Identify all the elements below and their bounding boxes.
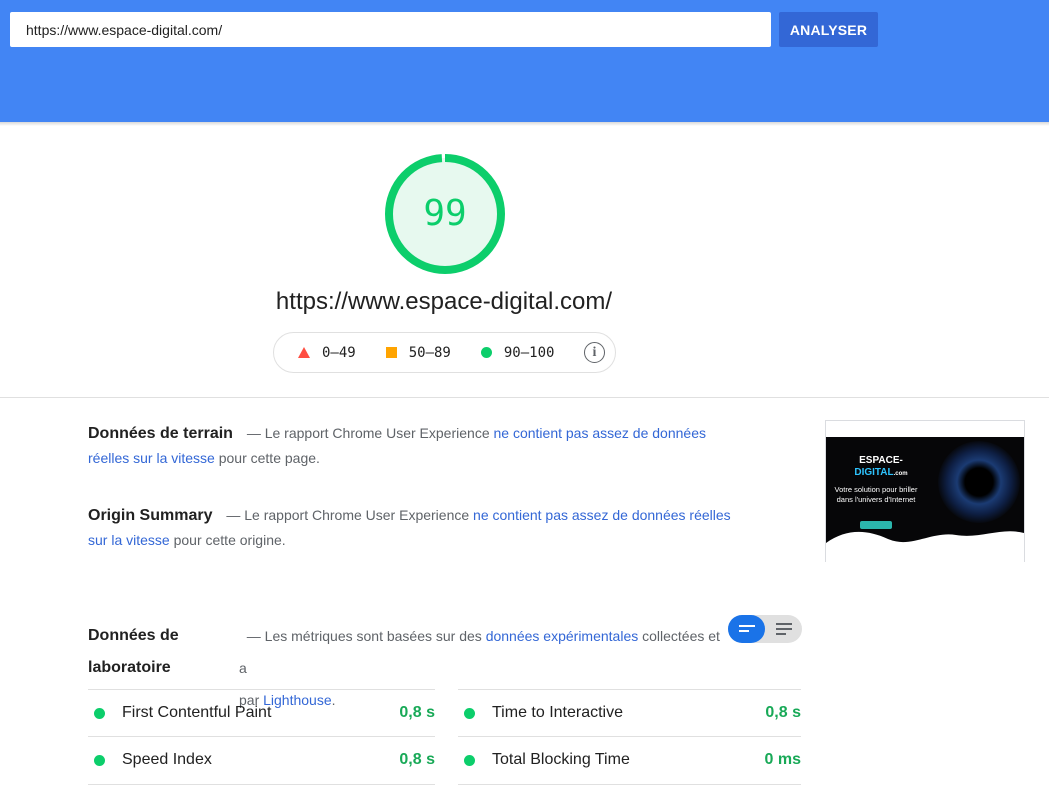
good-status-icon <box>94 707 105 719</box>
thumbnail-wave <box>826 531 1024 562</box>
field-data-title: Données de terrain <box>88 425 233 442</box>
good-status-icon <box>464 754 475 766</box>
thumbnail-logo-line1: ESPACE- <box>859 455 903 466</box>
circle-icon <box>480 347 492 358</box>
page-screenshot-thumbnail: ESPACE- DIGITAL.com Votre solution pour … <box>825 420 1025 562</box>
metric-value: 0,8 s <box>399 704 435 721</box>
metric-value: 0,8 s <box>765 704 801 721</box>
metric-value: 0 ms <box>764 751 801 768</box>
analyze-button[interactable]: ANALYSER <box>779 12 878 47</box>
legend-poor-label: 0–49 <box>322 344 356 361</box>
score-value: 99 <box>423 193 467 234</box>
compact-view-toggle[interactable] <box>728 615 765 643</box>
origin-summary-title: Origin Summary <box>88 507 213 524</box>
divider <box>0 397 1049 398</box>
galaxy-image <box>938 441 1020 523</box>
expanded-view-toggle[interactable] <box>765 615 802 643</box>
metric-name: Total Blocking Time <box>492 751 630 768</box>
metric-value: 0,8 s <box>399 751 435 768</box>
origin-summary-suffix: pour cette origine. <box>169 532 286 548</box>
good-status-icon <box>464 707 475 719</box>
good-status-icon <box>94 754 105 766</box>
field-data-suffix: pour cette page. <box>214 450 320 466</box>
metric-name: Time to Interactive <box>492 704 624 721</box>
metric-tti: Time to Interactive 0,8 s <box>458 689 801 736</box>
field-data-prefix: — Le rapport Chrome User Experience <box>242 425 494 441</box>
legend-poor: 0–49 <box>298 345 356 361</box>
header-shadow <box>0 122 1049 126</box>
thumbnail-tagline: Votre solution pour briller dans l'unive… <box>834 485 918 504</box>
metric-name: Speed Index <box>122 751 212 768</box>
legend-good: 90–100 <box>480 344 555 361</box>
compact-view-icon <box>738 625 755 632</box>
url-input[interactable] <box>10 12 771 47</box>
expanded-view-icon <box>775 623 792 635</box>
square-icon <box>385 347 397 358</box>
metric-speed-index: Speed Index 0,8 s <box>88 736 435 783</box>
metric-divider <box>458 784 801 785</box>
thumbnail-logo-suffix: .com <box>893 471 908 477</box>
lab-data-prefix: — Les métriques sont basées sur des <box>246 628 486 644</box>
metric-tbt: Total Blocking Time 0 ms <box>458 736 801 783</box>
legend-average: 50–89 <box>385 344 451 361</box>
lab-data-title: Données de laboratoire <box>88 627 179 676</box>
thumbnail-logo: ESPACE- DIGITAL.com <box>846 455 916 480</box>
score-legend: 0–49 50–89 90–100 i <box>273 332 616 373</box>
top-bar: ANALYSER <box>0 0 1049 122</box>
analyzed-url: https://www.espace-digital.com/ <box>275 288 613 315</box>
thumbnail-nav <box>826 421 1024 437</box>
field-data-section: Données de terrain — Le rapport Chrome U… <box>88 421 748 471</box>
view-toggle[interactable] <box>728 615 802 643</box>
metric-name: First Contentful Paint <box>122 704 272 721</box>
triangle-icon <box>298 347 310 358</box>
origin-summary-section: Origin Summary — Le rapport Chrome User … <box>88 503 748 553</box>
info-icon[interactable]: i <box>584 342 605 363</box>
lab-data-link[interactable]: données expérimentales <box>486 628 639 644</box>
legend-good-label: 90–100 <box>503 344 555 361</box>
metric-divider <box>88 784 435 785</box>
legend-average-label: 50–89 <box>408 344 451 361</box>
thumbnail-logo-line2: DIGITAL <box>854 467 894 478</box>
origin-summary-prefix: — Le rapport Chrome User Experience <box>222 507 474 523</box>
metric-fcp: First Contentful Paint 0,8 s <box>88 689 435 736</box>
